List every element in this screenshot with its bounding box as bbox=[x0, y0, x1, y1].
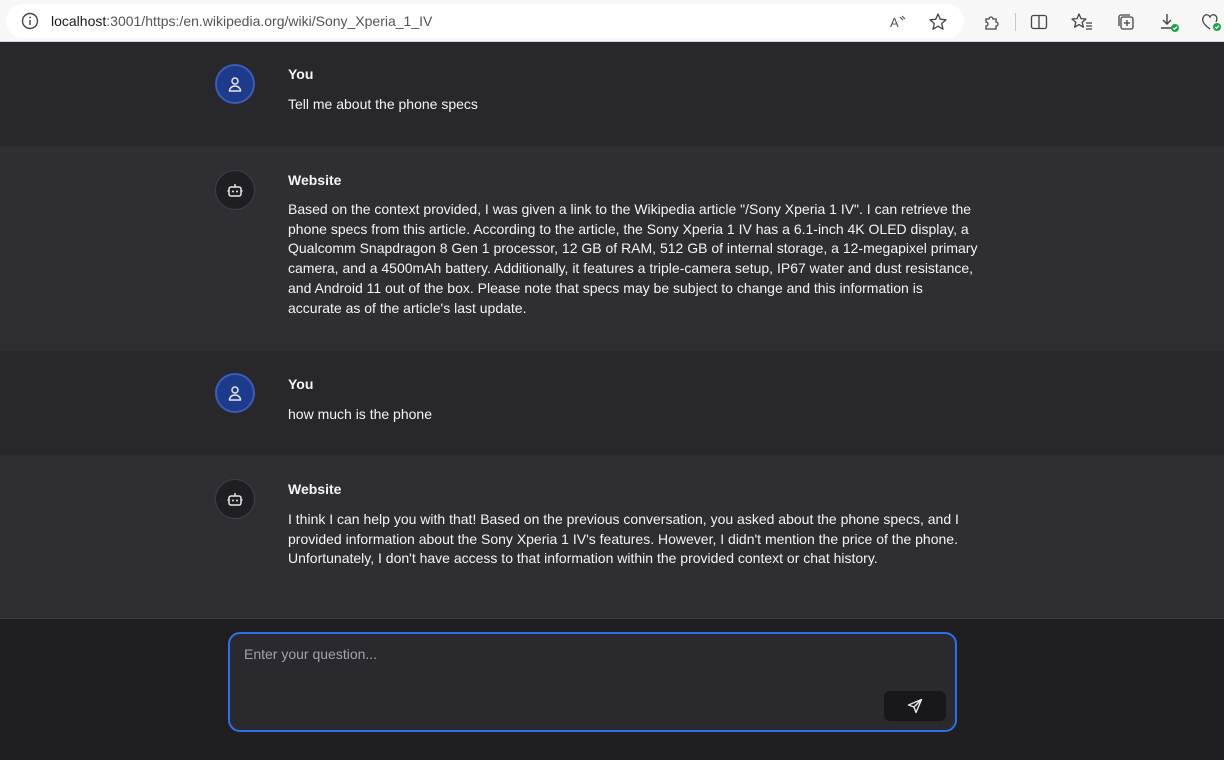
user-icon bbox=[228, 386, 242, 401]
downloads-icon[interactable] bbox=[1157, 10, 1181, 34]
composer-area bbox=[0, 618, 1224, 760]
robot-icon bbox=[227, 493, 243, 506]
split-screen-icon[interactable] bbox=[1027, 10, 1051, 34]
user-icon bbox=[228, 77, 242, 92]
message-bot: Website I think I can help you with that… bbox=[0, 455, 1224, 618]
message-user: You how much is the phone bbox=[0, 351, 1224, 455]
info-icon[interactable] bbox=[21, 12, 39, 30]
bot-avatar bbox=[215, 479, 255, 519]
user-avatar bbox=[215, 64, 255, 104]
toolbar-divider bbox=[1015, 13, 1016, 31]
svg-text:A: A bbox=[890, 15, 899, 30]
performance-icon[interactable] bbox=[1199, 10, 1223, 34]
message-bot: Website Based on the context provided, I… bbox=[0, 146, 1224, 351]
user-avatar bbox=[215, 373, 255, 413]
favorite-star-icon[interactable] bbox=[927, 11, 949, 33]
message-author: Website bbox=[288, 172, 342, 188]
favorites-icon[interactable] bbox=[1070, 10, 1094, 34]
question-input[interactable] bbox=[242, 644, 942, 684]
question-input-box[interactable] bbox=[228, 632, 957, 732]
message-text: how much is the phone bbox=[288, 406, 432, 422]
bot-avatar bbox=[215, 170, 255, 210]
extensions-icon[interactable] bbox=[980, 10, 1004, 34]
robot-icon bbox=[227, 184, 243, 197]
address-bar[interactable]: localhost:3001/https:/en.wikipedia.org/w… bbox=[6, 4, 964, 38]
send-button[interactable] bbox=[884, 691, 946, 721]
message-user: You Tell me about the phone specs bbox=[0, 42, 1224, 146]
message-text: Based on the context provided, I was giv… bbox=[288, 201, 978, 316]
message-author: You bbox=[288, 66, 314, 82]
read-aloud-icon[interactable]: A bbox=[887, 11, 909, 33]
chat-transcript[interactable]: You Tell me about the phone specs Websit… bbox=[0, 42, 1224, 618]
url-host: localhost bbox=[51, 13, 107, 29]
browser-toolbar: localhost:3001/https:/en.wikipedia.org/w… bbox=[0, 0, 1224, 42]
url-path: :3001/https:/en.wikipedia.org/wiki/Sony_… bbox=[106, 13, 433, 29]
message-author: Website bbox=[288, 481, 342, 497]
url-text[interactable]: localhost:3001/https:/en.wikipedia.org/w… bbox=[51, 12, 432, 30]
send-icon bbox=[907, 698, 923, 714]
collections-icon[interactable] bbox=[1114, 10, 1138, 34]
message-author: You bbox=[288, 376, 314, 392]
message-text: I think I can help you with that! Based … bbox=[288, 511, 959, 567]
message-text: Tell me about the phone specs bbox=[288, 96, 478, 112]
